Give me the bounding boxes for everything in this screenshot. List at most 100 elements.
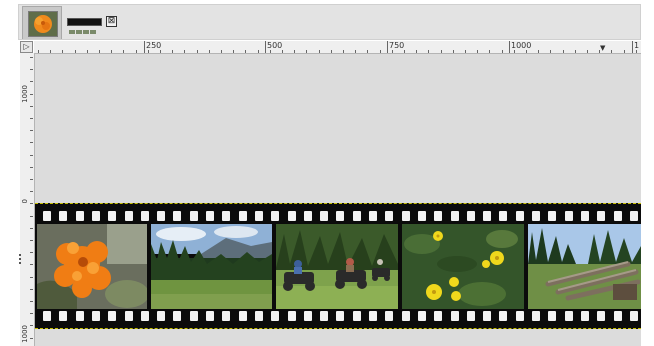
sprocket-hole xyxy=(499,311,508,321)
ruler-tick xyxy=(623,50,625,53)
sprocket-hole xyxy=(613,311,622,321)
ruler-tick xyxy=(111,50,113,53)
sprocket-hole xyxy=(532,311,540,321)
sprocket-hole xyxy=(515,211,524,221)
ruler-origin-button[interactable]: ▷ xyxy=(20,41,33,53)
ruler-tick xyxy=(30,57,33,58)
ruler-tick xyxy=(452,50,454,53)
sprocket-hole xyxy=(580,211,589,221)
sprocket-hole xyxy=(597,211,606,221)
image-canvas[interactable] xyxy=(35,54,641,346)
sprocket-hole xyxy=(515,311,524,321)
horizontal-ruler[interactable]: 250 500 750 1000 1 ▼ xyxy=(34,41,641,54)
photo-atv-riders xyxy=(276,224,398,309)
ruler-tick xyxy=(538,50,540,53)
sprocket-hole xyxy=(401,311,410,321)
ruler-tick xyxy=(282,50,283,53)
sprocket-hole xyxy=(124,211,133,221)
ruler-tick xyxy=(550,50,552,53)
sprocket-hole xyxy=(43,311,51,321)
photo-yellow-flowers xyxy=(402,224,524,309)
ruler-major-tick xyxy=(144,41,145,53)
sprocket-hole xyxy=(564,211,573,221)
ruler-tick xyxy=(208,50,210,53)
ruler-tick xyxy=(184,50,186,53)
sprocket-hole xyxy=(59,211,68,221)
ruler-tick xyxy=(30,130,33,132)
ruler-tick xyxy=(99,50,100,53)
sprocket-hole xyxy=(173,311,182,321)
ruler-tick xyxy=(30,313,33,315)
ruler-tick xyxy=(404,50,405,53)
sprocket-hole xyxy=(320,311,329,321)
ruler-tick xyxy=(587,50,588,53)
sprocket-holes-bottom xyxy=(35,309,641,323)
sprocket-hole xyxy=(189,311,198,321)
sprocket-hole xyxy=(287,211,296,221)
ruler-pointer-icon: ▼ xyxy=(600,44,606,52)
sprocket-hole xyxy=(254,211,263,221)
ruler-tick xyxy=(147,50,149,53)
filmstrip-thumbnail-image xyxy=(67,18,102,34)
ruler-tick xyxy=(62,50,64,53)
ruler-tick xyxy=(30,93,33,95)
vertical-ruler[interactable]: 1000 0 1000 xyxy=(20,53,35,346)
filmstrip-image xyxy=(35,203,641,329)
ruler-tick xyxy=(30,252,33,254)
image-tab-flower[interactable] xyxy=(22,6,62,39)
ruler-tick xyxy=(428,50,430,53)
ruler-tick xyxy=(294,50,296,53)
ruler-tick xyxy=(30,240,33,241)
ruler-tick xyxy=(30,154,33,156)
ruler-tick xyxy=(38,50,39,53)
ruler-tick xyxy=(30,337,33,339)
image-tab-filmstrip[interactable]: ⊠ xyxy=(65,6,125,39)
sprocket-hole xyxy=(140,311,149,321)
vruler-label-top: 1000 xyxy=(21,85,29,103)
dock-resize-handle[interactable] xyxy=(18,252,22,266)
sprocket-hole xyxy=(385,211,394,221)
ruler-tick xyxy=(635,50,637,53)
sprocket-hole xyxy=(336,211,345,221)
ruler-tick xyxy=(599,50,601,53)
ruler-tick xyxy=(30,203,33,205)
sprocket-hole xyxy=(108,311,117,321)
ruler-tick xyxy=(343,50,344,53)
sprocket-hole xyxy=(238,311,247,321)
sprocket-hole xyxy=(336,311,345,321)
sprocket-hole xyxy=(499,211,508,221)
ruler-tick xyxy=(245,50,247,53)
sprocket-hole xyxy=(483,311,492,321)
vruler-label-bottom: 1000 xyxy=(21,325,29,343)
sprocket-hole xyxy=(417,311,426,321)
ruler-major-tick xyxy=(632,41,633,53)
photo-log-pile xyxy=(528,224,641,309)
sprocket-hole xyxy=(124,311,133,321)
ruler-tick xyxy=(30,81,33,83)
ruler-tick xyxy=(513,50,515,53)
sprocket-holes-top xyxy=(35,209,641,223)
sprocket-hole xyxy=(580,311,589,321)
ruler-tick xyxy=(30,276,33,278)
sprocket-hole xyxy=(483,211,492,221)
sprocket-hole xyxy=(320,211,329,221)
sprocket-hole xyxy=(140,211,149,221)
ruler-tick xyxy=(50,50,52,53)
ruler-major-tick xyxy=(265,41,266,53)
sprocket-hole xyxy=(613,211,622,221)
ruler-tick xyxy=(30,191,33,193)
ruler-tick xyxy=(30,118,33,119)
ruler-tick xyxy=(221,50,222,53)
ruler-tick xyxy=(233,50,235,53)
ruler-tick xyxy=(416,50,418,53)
ruler-tick xyxy=(330,50,332,53)
ruler-tick xyxy=(501,50,503,53)
close-tab-icon[interactable]: ⊠ xyxy=(106,16,117,27)
vruler-label-zero: 0 xyxy=(21,199,29,204)
ruler-tick xyxy=(562,50,564,53)
sprocket-hole xyxy=(189,211,198,221)
ruler-tick xyxy=(355,50,357,53)
sprocket-hole xyxy=(466,211,475,221)
sprocket-hole xyxy=(271,211,280,221)
sprocket-hole xyxy=(548,211,557,221)
